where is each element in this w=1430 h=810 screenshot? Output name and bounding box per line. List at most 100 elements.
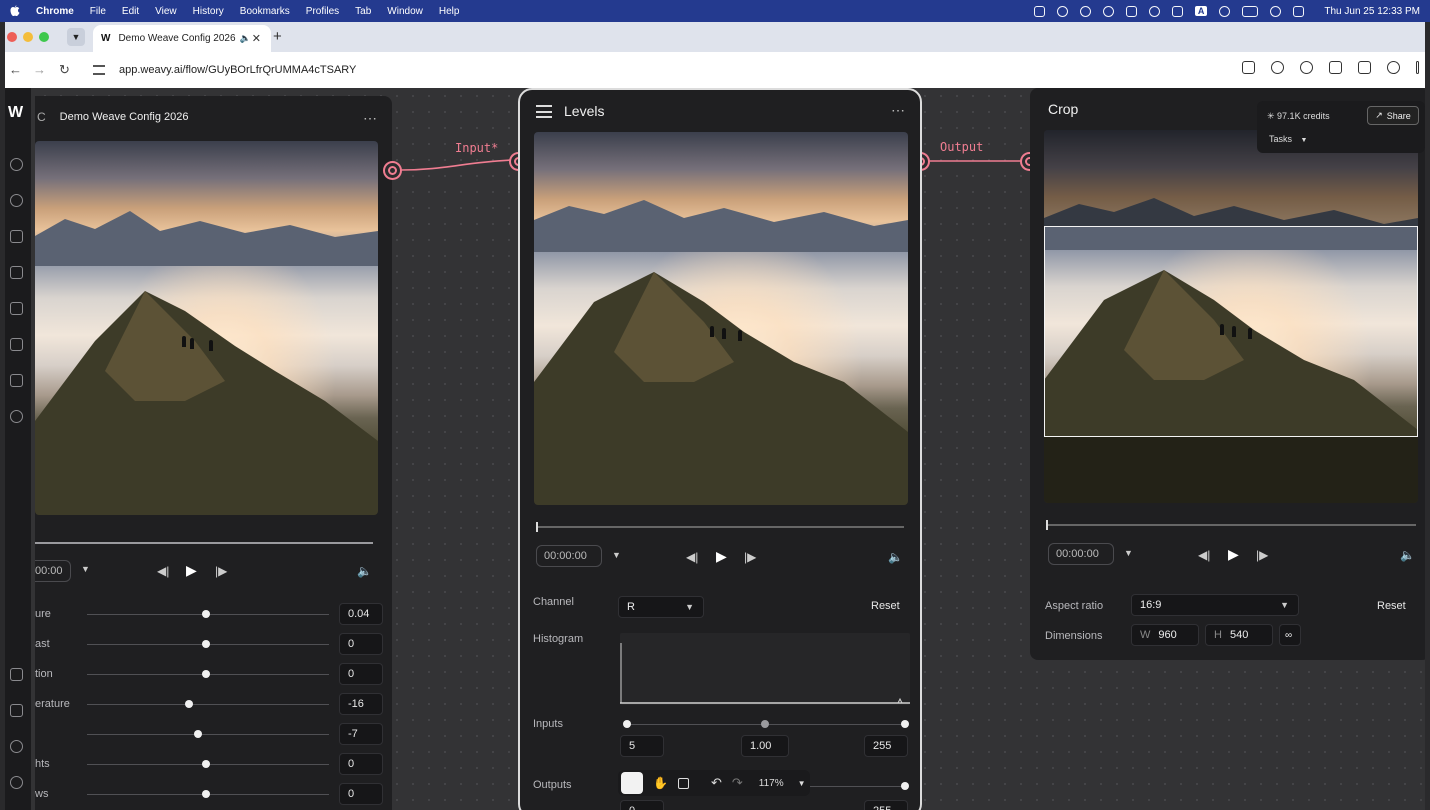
lock-ratio-button[interactable]: ∞ <box>1279 624 1301 646</box>
help-icon[interactable] <box>10 740 23 753</box>
music-icon[interactable] <box>10 410 23 423</box>
timeline-scrubber[interactable] <box>1046 520 1416 530</box>
crop-reset-button[interactable]: Reset <box>1377 600 1406 612</box>
close-tab-icon[interactable]: ✕ <box>252 32 261 45</box>
menu-edit[interactable]: Edit <box>122 6 139 17</box>
width-field[interactable]: W 960 <box>1131 624 1199 646</box>
adjustment-slider-handle[interactable] <box>201 640 210 648</box>
back-icon[interactable]: ← <box>9 62 22 77</box>
outputs-white-handle[interactable] <box>901 782 909 790</box>
channel-select[interactable]: R ▼ <box>618 596 704 618</box>
inputs-gamma-field[interactable]: 1.00 <box>741 735 789 757</box>
menu-kebab-icon[interactable] <box>1416 61 1419 74</box>
timecode-dropdown-icon[interactable]: ▼ <box>1124 548 1133 558</box>
menu-tab[interactable]: Tab <box>355 6 371 17</box>
play-icon[interactable]: ▶ <box>1228 546 1239 563</box>
share-button[interactable]: ↗ Share <box>1367 106 1419 125</box>
timecode-dropdown-icon[interactable]: ▼ <box>612 550 621 560</box>
video-icon[interactable] <box>10 338 23 351</box>
control-center-icon[interactable] <box>1293 5 1305 17</box>
menu-file[interactable]: File <box>90 6 106 17</box>
puzzle-icon[interactable] <box>1329 61 1342 74</box>
height-field[interactable]: H 540 <box>1205 624 1273 646</box>
flow-canvas[interactable]: W C Demo Weave Config 2026 ⋯ 00:00 ▼ ◀| … <box>5 88 1425 810</box>
outputs-slider-track[interactable] <box>810 786 906 787</box>
outputs-white-field[interactable]: 255 <box>864 800 908 810</box>
toolbox-icon[interactable] <box>10 266 23 279</box>
adjustment-value-field[interactable]: 0 <box>339 663 383 685</box>
crop-selection[interactable] <box>1044 226 1418 437</box>
levels-menu-icon[interactable]: ⋯ <box>891 102 906 119</box>
sparkle-icon[interactable] <box>10 668 23 681</box>
install-app-icon[interactable] <box>1242 61 1255 74</box>
inputs-black-field[interactable]: 5 <box>620 735 664 757</box>
spotlight-icon[interactable] <box>1270 5 1282 17</box>
adjustment-value-field[interactable]: 0 <box>339 753 383 775</box>
media-icon[interactable] <box>1358 61 1371 74</box>
wifi-icon[interactable] <box>1219 5 1231 17</box>
menu-window[interactable]: Window <box>387 6 423 17</box>
tab-search-button[interactable]: ▼ <box>67 28 85 46</box>
browser-tab-active[interactable]: W Demo Weave Config 2026 🔈 ✕ <box>93 25 271 52</box>
node-menu-icon[interactable]: ⋯ <box>363 110 378 127</box>
weavy-logo[interactable]: W <box>8 104 23 122</box>
select-tool-button[interactable] <box>621 772 643 794</box>
note-tool-icon[interactable] <box>677 777 689 789</box>
adjustment-slider-track[interactable] <box>87 704 329 705</box>
chevron-down-icon[interactable]: ▼ <box>798 779 806 788</box>
timecode-field[interactable]: 00:00:00 <box>536 545 602 567</box>
project-title[interactable]: Demo Weave Config 2026 <box>60 111 189 123</box>
timeline-scrubber[interactable] <box>536 522 904 532</box>
timecode-field[interactable]: 00:00 <box>35 560 71 582</box>
url-text[interactable]: app.weavy.ai/flow/GUyBOrLfrQrUMMA4cTSARY <box>119 64 356 76</box>
adjustment-slider-handle[interactable] <box>201 610 210 618</box>
step-back-icon[interactable]: ◀| <box>686 550 698 564</box>
adjustment-slider-handle[interactable] <box>201 790 210 798</box>
redo-icon[interactable]: ↷ <box>732 775 743 791</box>
menu-app-chrome[interactable]: Chrome <box>36 6 74 17</box>
inputs-black-handle[interactable] <box>623 720 631 728</box>
timeline-scrubber[interactable] <box>35 542 373 544</box>
search-icon[interactable] <box>10 158 23 171</box>
menu-history[interactable]: History <box>193 6 224 17</box>
undo-icon[interactable]: ↶ <box>711 775 722 791</box>
tasks-dropdown[interactable]: Tasks ▼ <box>1269 134 1307 144</box>
step-forward-icon[interactable]: |▶ <box>215 564 227 578</box>
nodes-icon[interactable] <box>10 230 23 243</box>
play-icon[interactable]: ▶ <box>716 548 727 565</box>
outputs-black-field[interactable]: 0 <box>620 800 664 810</box>
volume-icon[interactable]: 🔈 <box>888 550 903 564</box>
step-forward-icon[interactable]: |▶ <box>1256 548 1268 562</box>
volume-icon[interactable]: 🔈 <box>1400 548 1415 562</box>
discord-icon[interactable] <box>10 776 23 789</box>
timecode-field[interactable]: 00:00:00 <box>1048 543 1114 565</box>
history-icon[interactable] <box>10 194 23 207</box>
adjustment-slider-handle[interactable] <box>201 760 210 768</box>
profile-icon[interactable] <box>1387 61 1400 74</box>
menu-view[interactable]: View <box>155 6 177 17</box>
menu-bookmarks[interactable]: Bookmarks <box>240 6 290 17</box>
adjustment-value-field[interactable]: -16 <box>339 693 383 715</box>
screen-icon[interactable] <box>1171 5 1183 17</box>
step-forward-icon[interactable]: |▶ <box>744 550 756 564</box>
menu-profiles[interactable]: Profiles <box>306 6 339 17</box>
reload-icon[interactable]: ↻ <box>59 62 70 78</box>
hand-tool-icon[interactable]: ✋ <box>653 776 668 790</box>
inputs-white-handle[interactable] <box>901 720 909 728</box>
image-icon[interactable] <box>10 302 23 315</box>
extension-icon[interactable] <box>1300 61 1313 74</box>
record-icon[interactable] <box>1056 5 1068 17</box>
play-icon[interactable]: ▶ <box>186 562 197 579</box>
adjustment-value-field[interactable]: 0 <box>339 633 383 655</box>
crop-node[interactable]: Crop 00:00:00 ▼ ◀| ▶ |▶ 🔈 Aspect ratio 1… <box>1030 88 1425 660</box>
forward-icon[interactable]: → <box>33 62 46 77</box>
menubar-clock[interactable]: Thu Jun 25 12:33 PM <box>1324 6 1420 17</box>
address-bar[interactable]: app.weavy.ai/flow/GUyBOrLfrQrUMMA4cTSARY <box>85 57 1195 83</box>
inputs-gamma-handle[interactable] <box>761 720 769 728</box>
speaker-icon[interactable]: 🔈 <box>240 33 251 44</box>
new-tab-button[interactable]: + <box>273 28 282 45</box>
battery-icon[interactable] <box>1242 5 1259 17</box>
cloud-icon[interactable] <box>1102 5 1114 17</box>
bookmark-star-icon[interactable] <box>1271 61 1284 74</box>
adjustment-slider-handle[interactable] <box>184 700 193 708</box>
